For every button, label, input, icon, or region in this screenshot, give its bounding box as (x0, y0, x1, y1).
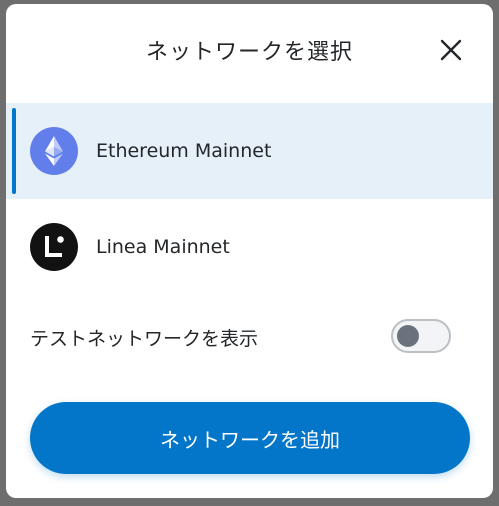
network-select-dialog: ネットワークを選択 Ethereum Mainnet Linea Mainnet… (6, 4, 493, 498)
network-label: Linea Mainnet (96, 236, 230, 258)
selected-indicator (12, 108, 16, 194)
network-label: Ethereum Mainnet (96, 140, 272, 162)
add-network-button[interactable]: ネットワークを追加 (30, 402, 470, 474)
toggle-knob (397, 325, 419, 347)
dialog-header: ネットワークを選択 (6, 4, 493, 100)
network-item-ethereum-mainnet[interactable]: Ethereum Mainnet (6, 103, 493, 199)
close-icon (440, 39, 462, 61)
ethereum-icon (30, 127, 78, 175)
close-button[interactable] (436, 35, 466, 65)
test-networks-row: テストネットワークを表示 (6, 308, 493, 364)
linea-icon (30, 223, 78, 271)
test-networks-label: テストネットワークを表示 (30, 328, 259, 350)
network-item-linea-mainnet[interactable]: Linea Mainnet (6, 199, 493, 295)
dialog-title: ネットワークを選択 (145, 40, 353, 65)
test-networks-toggle[interactable] (391, 319, 451, 353)
